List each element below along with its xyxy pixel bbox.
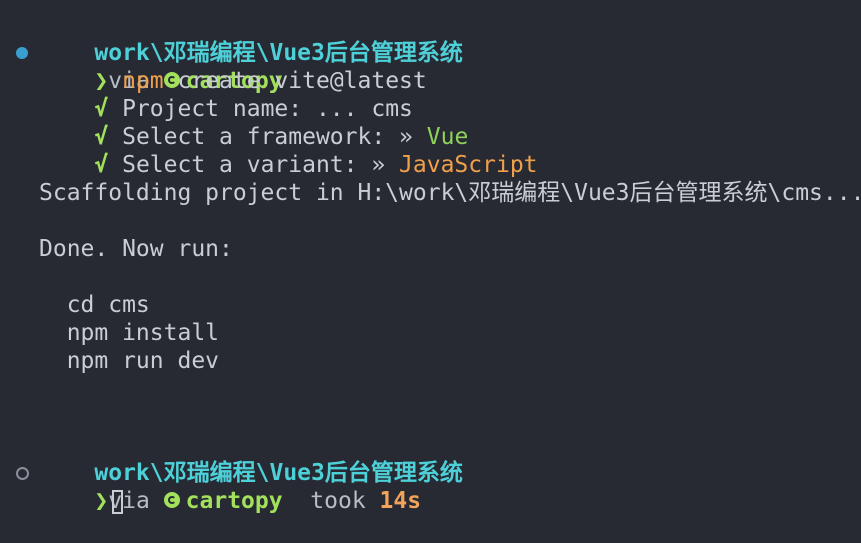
prompt-caret: ❯ [94,488,109,514]
output-step: npm install [39,320,220,346]
input-status-gutter [14,459,30,487]
output-step: npm run dev [39,348,220,374]
prompt-took: took [310,488,366,514]
answer-project-name: √ Project name: ... cms [39,67,413,122]
command-status-dot-icon [16,47,28,59]
input-line[interactable]: ❯ [39,459,124,514]
answer-label: Select a variant: » [108,152,400,178]
prompt-path: work\邓瑞编程\Vue3后台管理系统 [94,460,463,486]
answer-framework: √ Select a framework: » Vue [39,95,468,150]
output-step: cd cms [39,292,150,318]
output-done: Done. Now run: [39,236,233,262]
input-status-dot-icon [16,467,29,480]
answer-variant: √ Select a variant: » JavaScript [39,123,537,178]
check-icon: √ [94,152,109,178]
terminal-window[interactable]: work\邓瑞编程\Vue3后台管理系统 via cartopy ❯ npm c… [0,0,861,543]
prompt-env: cartopy [185,488,283,514]
python-env-icon [163,491,180,508]
command-status-gutter [14,39,30,67]
output-scaffolding: Scaffolding project in H:\work\邓瑞编程\Vue3… [39,180,861,206]
answer-value: JavaScript [399,152,538,178]
prompt-duration: 14s [379,488,422,514]
text-cursor[interactable] [112,489,124,514]
prompt-line-2: work\邓瑞编程\Vue3后台管理系统 via cartopy took 14… [39,431,462,514]
prompt-line-1: work\邓瑞编程\Vue3后台管理系统 via cartopy [39,11,462,94]
command-line: ❯ npm create vite@latest [39,39,426,94]
